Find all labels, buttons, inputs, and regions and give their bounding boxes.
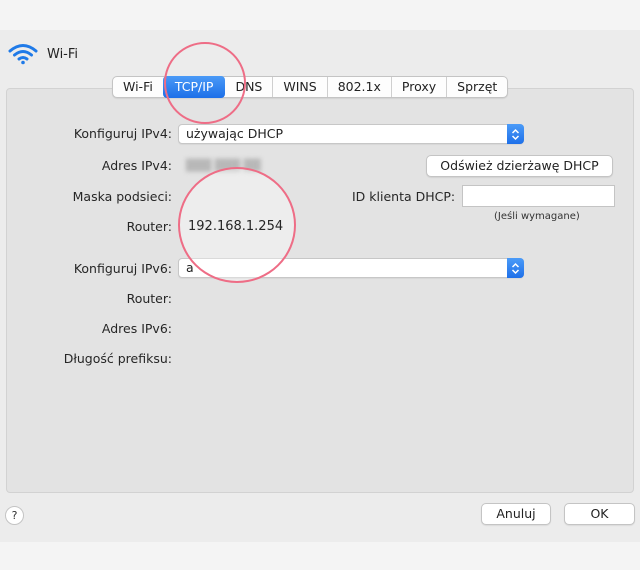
help-button[interactable]: ? <box>5 506 24 525</box>
ipv4-address-label: Adres IPv4: <box>101 158 172 173</box>
configure-ipv4-value: używając DHCP <box>186 126 284 141</box>
dhcp-client-id-hint: (Jeśli wymagane) <box>494 211 580 222</box>
chevron-up-down-icon <box>507 258 524 278</box>
chevron-up-down-icon <box>507 124 524 144</box>
tab-wifi[interactable]: Wi-Fi <box>113 77 163 97</box>
cancel-button[interactable]: Anuluj <box>481 503 551 525</box>
tab-8021x[interactable]: 802.1x <box>326 77 391 97</box>
bottom-margin <box>0 542 640 570</box>
window-header: Wi-Fi <box>8 41 78 67</box>
renew-dhcp-lease-button[interactable]: Odśwież dzierżawę DHCP <box>426 155 613 177</box>
dhcp-client-id-input[interactable] <box>462 185 615 207</box>
configure-ipv4-label: Konfiguruj IPv4: <box>73 126 172 141</box>
dhcp-client-id-label: ID klienta DHCP: <box>352 189 456 204</box>
configure-ipv4-select[interactable]: używając DHCP <box>178 124 524 144</box>
wifi-icon <box>8 43 38 65</box>
tab-proxy[interactable]: Proxy <box>390 77 446 97</box>
prefix-length-label: Długość prefiksu: <box>63 351 172 366</box>
subnet-mask-label: Maska podsieci: <box>72 189 172 204</box>
router-ipv4-label: Router: <box>126 219 172 234</box>
tcp-ip-tab-highlight <box>164 42 246 124</box>
ok-button[interactable]: OK <box>564 503 635 525</box>
router-ipv4-value: 192.168.1.254 <box>188 219 284 234</box>
router-ipv6-label: Router: <box>126 291 172 306</box>
top-margin <box>0 0 640 30</box>
window-title: Wi-Fi <box>47 46 79 62</box>
tab-wins[interactable]: WINS <box>272 77 326 97</box>
configure-ipv6-label: Konfiguruj IPv6: <box>73 261 172 276</box>
ipv6-address-label: Adres IPv6: <box>101 321 172 336</box>
tab-hardware[interactable]: Sprzęt <box>446 77 507 97</box>
